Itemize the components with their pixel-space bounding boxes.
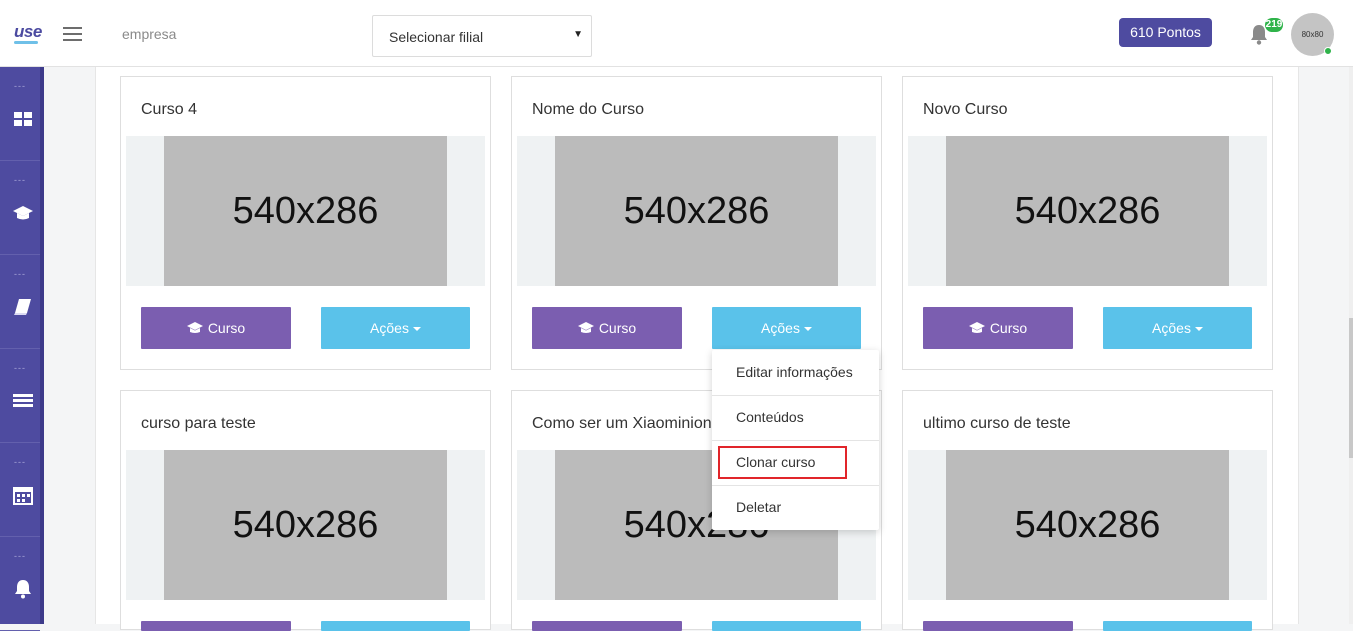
sidebar-item-dots: --- xyxy=(14,457,26,467)
course-button-label: Curso xyxy=(207,320,246,336)
actions-button[interactable]: Ações xyxy=(712,307,861,349)
sidebar-item-dots: --- xyxy=(14,81,26,91)
actions-button[interactable] xyxy=(712,621,861,631)
course-card: ultimo curso de teste 540x286 xyxy=(902,390,1273,631)
menu-item-contents[interactable]: Conteúdos xyxy=(712,395,879,440)
online-status-dot xyxy=(1324,47,1332,55)
course-title: ultimo curso de teste xyxy=(923,415,1071,432)
course-title: Como ser um Xiaominion xyxy=(532,415,712,432)
bell-icon xyxy=(15,580,31,599)
sidebar-item-dashboard[interactable]: --- xyxy=(0,67,40,161)
course-card: Nome do Curso 540x286 Curso Ações xyxy=(511,76,882,370)
course-image-placeholder: 540x286 xyxy=(164,136,447,286)
graduation-cap-icon xyxy=(968,322,985,333)
menu-item-delete[interactable]: Deletar xyxy=(712,485,879,530)
branch-select-value: Selecionar filial xyxy=(389,29,484,45)
course-image-placeholder: 540x286 xyxy=(164,450,447,600)
calendar-icon xyxy=(13,487,33,505)
sidebar-item-library[interactable]: --- xyxy=(0,255,40,349)
actions-button[interactable]: Ações xyxy=(321,307,470,349)
course-button[interactable] xyxy=(141,621,291,631)
book-icon xyxy=(14,299,31,315)
company-label: empresa xyxy=(122,26,177,42)
course-title: Novo Curso xyxy=(923,101,1008,118)
actions-button-label: Ações xyxy=(370,320,409,336)
menu-item-clone-course[interactable]: Clonar curso xyxy=(712,440,879,485)
app-logo[interactable]: use xyxy=(14,22,42,42)
caret-down-icon xyxy=(1194,327,1203,331)
sidebar: --- --- --- --- --- --- xyxy=(0,67,44,631)
course-button-label: Curso xyxy=(989,320,1028,336)
course-title: Nome do Curso xyxy=(532,101,645,118)
points-badge[interactable]: 610 Pontos xyxy=(1119,18,1212,47)
chevron-down-icon: ▼ xyxy=(573,29,583,40)
course-button[interactable] xyxy=(923,621,1073,631)
sidebar-item-list[interactable]: --- xyxy=(0,349,40,443)
course-card: Curso 4 540x286 Curso Ações xyxy=(120,76,491,370)
course-title: Curso 4 xyxy=(141,101,198,118)
dashboard-icon xyxy=(14,112,32,126)
course-image-placeholder: 540x286 xyxy=(946,136,1229,286)
course-image-frame: 540x286 xyxy=(126,450,485,600)
course-card: Novo Curso 540x286 Curso Ações xyxy=(902,76,1273,370)
actions-button[interactable] xyxy=(321,621,470,631)
graduation-cap-icon xyxy=(13,206,33,220)
course-image-frame: 540x286 xyxy=(126,136,485,286)
sidebar-item-calendar[interactable]: --- xyxy=(0,443,40,537)
page-scrollbar-thumb[interactable] xyxy=(1349,318,1353,458)
sidebar-item-dots: --- xyxy=(14,551,26,561)
actions-dropdown-menu: Editar informações Conteúdos Clonar curs… xyxy=(712,350,879,530)
course-button[interactable]: Curso xyxy=(141,307,291,349)
sidebar-scrollbar[interactable] xyxy=(40,67,44,624)
caret-down-icon xyxy=(412,327,421,331)
sidebar-item-dots: --- xyxy=(14,363,26,373)
sidebar-item-notifications[interactable]: --- xyxy=(0,537,40,631)
course-button-label: Curso xyxy=(598,320,637,336)
actions-button[interactable]: Ações xyxy=(1103,307,1252,349)
logo-underline xyxy=(14,41,38,44)
actions-button-label: Ações xyxy=(1152,320,1191,336)
course-title: curso para teste xyxy=(141,415,256,432)
course-image-frame: 540x286 xyxy=(908,450,1267,600)
actions-button[interactable] xyxy=(1103,621,1252,631)
sidebar-item-dots: --- xyxy=(14,175,26,185)
graduation-cap-icon xyxy=(577,322,594,333)
course-button[interactable] xyxy=(532,621,682,631)
list-icon xyxy=(13,394,33,407)
actions-button-label: Ações xyxy=(761,320,800,336)
course-button[interactable]: Curso xyxy=(532,307,682,349)
sidebar-item-courses[interactable]: --- xyxy=(0,161,40,255)
course-image-placeholder: 540x286 xyxy=(555,136,838,286)
course-card: curso para teste 540x286 xyxy=(120,390,491,631)
notification-count-badge: 219 xyxy=(1265,18,1283,32)
course-button[interactable]: Curso xyxy=(923,307,1073,349)
branch-select[interactable]: Selecionar filial ▼ xyxy=(372,15,592,57)
course-image-frame: 540x286 xyxy=(517,136,876,286)
top-bar: use empresa Selecionar filial ▼ 610 Pont… xyxy=(0,0,1353,67)
course-image-frame: 540x286 xyxy=(908,136,1267,286)
graduation-cap-icon xyxy=(186,322,203,333)
course-image-placeholder: 540x286 xyxy=(946,450,1229,600)
caret-down-icon xyxy=(803,327,812,331)
sidebar-item-dots: --- xyxy=(14,269,26,279)
menu-item-edit-info[interactable]: Editar informações xyxy=(712,350,879,395)
menu-toggle-icon[interactable] xyxy=(63,27,82,41)
